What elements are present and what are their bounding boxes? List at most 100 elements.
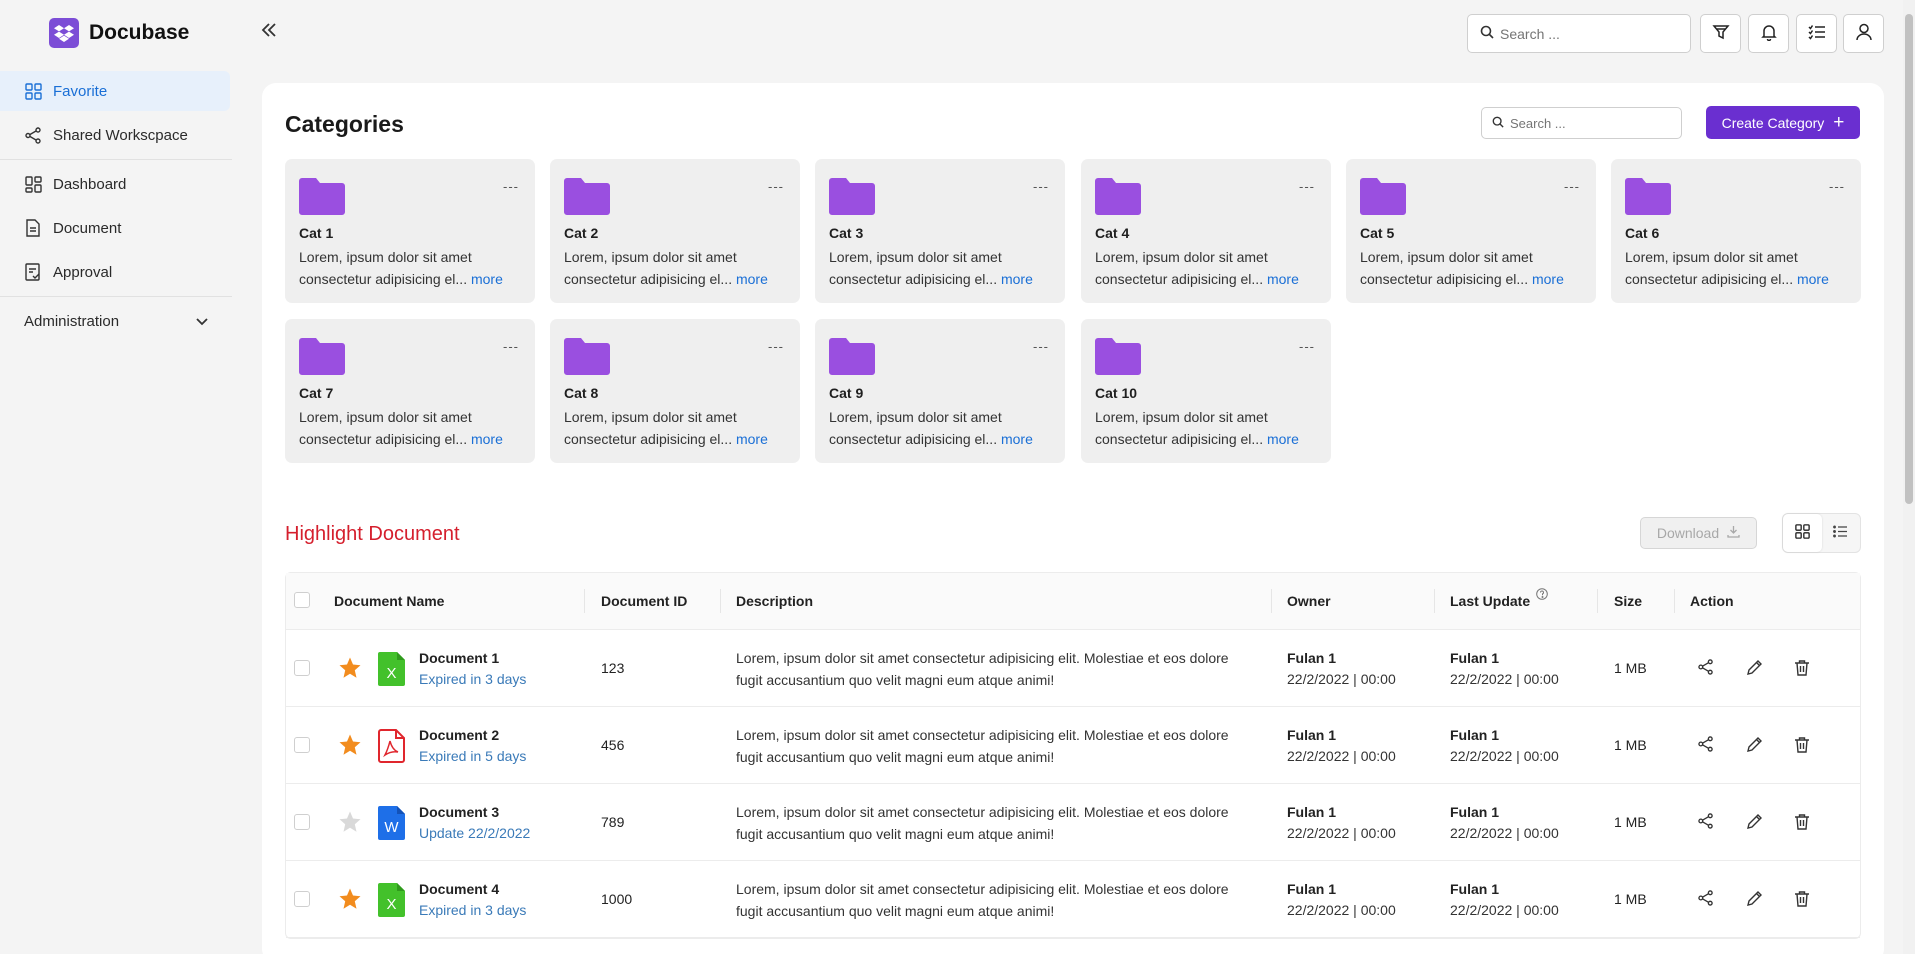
edit-action-icon[interactable] (1743, 733, 1765, 755)
share-action-icon[interactable] (1695, 733, 1717, 755)
more-link[interactable]: more (1267, 431, 1299, 447)
document-name[interactable]: Document 4 (419, 881, 526, 897)
table-row[interactable]: W Document 3 Update 22/2/2022 789 Lorem,… (286, 784, 1860, 861)
card-menu-button[interactable]: --- (1033, 179, 1049, 194)
sidebar-item-dashboard[interactable]: Dashboard (0, 164, 230, 204)
delete-action-icon[interactable] (1791, 887, 1813, 909)
share-action-icon[interactable] (1695, 810, 1717, 832)
scrollbar-thumb[interactable] (1905, 14, 1913, 504)
category-card[interactable]: --- Cat 8 Lorem, ipsum dolor sit amet con… (550, 319, 800, 463)
more-link[interactable]: more (1797, 271, 1829, 287)
more-link[interactable]: more (471, 271, 503, 287)
star-outline-icon[interactable] (338, 810, 362, 837)
sidebar-item-administration[interactable]: Administration (0, 301, 230, 341)
delete-action-icon[interactable] (1791, 810, 1813, 832)
sidebar-item-approval[interactable]: Approval (0, 252, 230, 292)
card-menu-button[interactable]: --- (1564, 179, 1580, 194)
grid-view-button[interactable] (1783, 514, 1822, 552)
download-button[interactable]: Download (1640, 517, 1757, 549)
more-link[interactable]: more (471, 431, 503, 447)
share-action-icon[interactable] (1695, 887, 1717, 909)
more-link[interactable]: more (1532, 271, 1564, 287)
column-header-description[interactable]: Description (736, 593, 813, 609)
select-all-checkbox[interactable] (294, 592, 310, 608)
highlight-document-title: Highlight Document (285, 523, 460, 545)
edit-action-icon[interactable] (1743, 656, 1765, 678)
star-icon[interactable] (338, 656, 362, 683)
document-description: Lorem, ipsum dolor sit amet consectetur … (736, 804, 1229, 842)
category-card[interactable]: --- Cat 7 Lorem, ipsum dolor sit amet con… (285, 319, 535, 463)
owner-name: Fulan 1 (1287, 727, 1337, 743)
delete-action-icon[interactable] (1791, 656, 1813, 678)
edit-action-icon[interactable] (1743, 810, 1765, 832)
category-card[interactable]: --- Cat 9 Lorem, ipsum dolor sit amet con… (815, 319, 1065, 463)
task-list-button[interactable] (1796, 14, 1837, 53)
column-header-name[interactable]: Document Name (334, 593, 444, 609)
star-icon[interactable] (338, 887, 362, 914)
folder-icon (564, 338, 610, 375)
table-row[interactable]: Document 2 Expired in 5 days 456 Lorem, … (286, 707, 1860, 784)
list-view-button[interactable] (1822, 514, 1861, 552)
row-checkbox[interactable] (294, 660, 310, 676)
column-divider (720, 589, 721, 613)
global-search[interactable] (1467, 14, 1691, 53)
column-header-owner[interactable]: Owner (1287, 593, 1331, 609)
profile-button[interactable] (1843, 14, 1884, 53)
card-menu-button[interactable]: --- (768, 339, 784, 354)
row-checkbox[interactable] (294, 814, 310, 830)
document-name[interactable]: Document 1 (419, 650, 526, 666)
document-status: Expired in 5 days (419, 748, 527, 764)
owner-cell: Fulan 1 22/2/2022 | 00:00 (1287, 727, 1396, 764)
card-menu-button[interactable]: --- (768, 179, 784, 194)
global-search-input[interactable] (1500, 25, 1670, 42)
notification-button[interactable] (1748, 14, 1789, 53)
category-card[interactable]: --- Cat 5 Lorem, ipsum dolor sit amet con… (1346, 159, 1596, 303)
more-link[interactable]: more (736, 431, 768, 447)
card-menu-button[interactable]: --- (1299, 179, 1315, 194)
row-checkbox[interactable] (294, 737, 310, 753)
category-card[interactable]: --- Cat 3 Lorem, ipsum dolor sit amet con… (815, 159, 1065, 303)
page-scrollbar[interactable] (1903, 0, 1915, 954)
delete-action-icon[interactable] (1791, 733, 1813, 755)
card-menu-button[interactable]: --- (503, 339, 519, 354)
app-logo[interactable]: Docubase (49, 18, 189, 48)
document-name-cell: Document 2 Expired in 5 days (419, 727, 526, 764)
star-icon[interactable] (338, 733, 362, 760)
category-card[interactable]: --- Cat 10 Lorem, ipsum dolor sit amet co… (1081, 319, 1331, 463)
sidebar-item-favorite[interactable]: Favorite (0, 71, 230, 111)
column-header-id[interactable]: Document ID (601, 593, 687, 609)
category-card[interactable]: --- Cat 6 Lorem, ipsum dolor sit amet con… (1611, 159, 1861, 303)
row-checkbox[interactable] (294, 891, 310, 907)
column-header-last-update[interactable]: Last Update (1450, 588, 1548, 609)
sidebar-item-shared-workspace[interactable]: Shared Workscpace (0, 115, 230, 155)
sidebar-item-document[interactable]: Document (0, 208, 230, 248)
card-menu-button[interactable]: --- (1829, 179, 1845, 194)
document-name[interactable]: Document 2 (419, 727, 526, 743)
owner-cell: Fulan 1 22/2/2022 | 00:00 (1287, 804, 1396, 841)
table-row[interactable]: X Document 4 Expired in 3 days 1000 Lore… (286, 861, 1860, 938)
category-name: Cat 4 (1095, 225, 1130, 241)
more-link[interactable]: more (1001, 431, 1033, 447)
category-card[interactable]: --- Cat 1 Lorem, ipsum dolor sit amet con… (285, 159, 535, 303)
table-row[interactable]: X Document 1 Expired in 3 days 123 Lorem… (286, 630, 1860, 707)
card-menu-button[interactable]: --- (1299, 339, 1315, 354)
more-link[interactable]: more (1267, 271, 1299, 287)
more-link[interactable]: more (1001, 271, 1033, 287)
share-action-icon[interactable] (1695, 656, 1717, 678)
category-search[interactable] (1481, 107, 1682, 139)
column-header-size[interactable]: Size (1614, 593, 1642, 609)
filter-button[interactable] (1700, 14, 1741, 53)
edit-action-icon[interactable] (1743, 887, 1765, 909)
category-search-input[interactable] (1510, 115, 1670, 131)
card-menu-button[interactable]: --- (503, 179, 519, 194)
owner-name: Fulan 1 (1287, 650, 1337, 666)
category-card[interactable]: --- Cat 2 Lorem, ipsum dolor sit amet con… (550, 159, 800, 303)
document-name[interactable]: Document 3 (419, 804, 530, 820)
help-icon[interactable] (1536, 587, 1548, 603)
more-link[interactable]: more (736, 271, 768, 287)
collapse-sidebar-icon[interactable] (259, 20, 281, 42)
card-menu-button[interactable]: --- (1033, 339, 1049, 354)
category-card[interactable]: --- Cat 4 Lorem, ipsum dolor sit amet con… (1081, 159, 1331, 303)
column-header-action: Action (1690, 593, 1734, 609)
create-category-button[interactable]: Create Category + (1706, 106, 1860, 139)
